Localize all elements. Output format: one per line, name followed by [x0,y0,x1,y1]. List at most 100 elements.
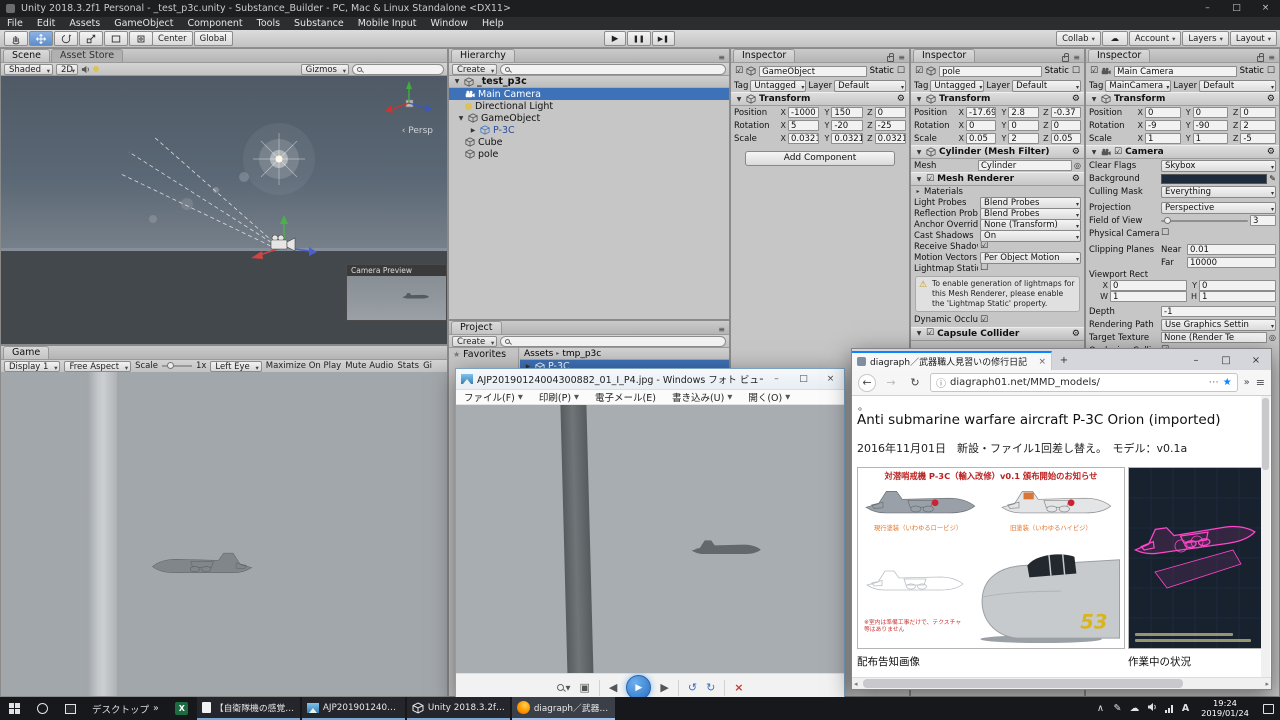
gizmos-toggle[interactable]: Gi [423,361,432,371]
move-tool-button[interactable] [29,31,53,46]
layer-dropdown[interactable]: Default [1012,80,1081,92]
target-texture-field[interactable]: None (Render Te [1161,332,1267,343]
add-component-button[interactable]: Add Component [745,151,895,166]
taskbar-button-firefox[interactable]: diagraph／武器職... [512,697,615,720]
layer-dropdown[interactable]: Default [1199,80,1276,92]
capsule-collider-header[interactable]: ▼☑Capsule Collider⚙ [911,327,1084,341]
rotation-z-field[interactable]: 0 [1051,120,1081,131]
cloud-button[interactable]: ☁ [1102,31,1128,46]
action-center-button[interactable] [1256,704,1280,714]
scene-audio-icon[interactable] [81,65,90,74]
tab-inspector[interactable]: Inspector [733,49,795,62]
position-x-field[interactable]: 0 [1145,107,1181,118]
collab-button[interactable]: Collab▾ [1056,31,1101,46]
scale-y-field[interactable]: 1 [1193,133,1229,144]
menu-file[interactable]: File [0,17,30,30]
tab-project[interactable]: Project [451,321,502,334]
left-eye-dropdown[interactable]: Left Eye [210,361,261,372]
gear-icon[interactable]: ⚙ [1267,147,1275,157]
pause-button[interactable]: ❚❚ [627,31,651,46]
clock[interactable]: 19:24 2019/01/24 [1194,699,1256,718]
active-checkbox[interactable]: ☑ [1090,67,1098,76]
panel-menu-icon[interactable]: ≡ [1268,53,1275,62]
tab-game[interactable]: Game [3,346,49,359]
receive-shadows-checkbox[interactable]: ☑ [980,242,988,251]
scene-lighting-icon[interactable] [93,66,99,72]
unity-minimize-button[interactable]: – [1193,0,1222,17]
close-button[interactable]: × [817,369,844,389]
task-view-button[interactable] [56,697,84,720]
hierarchy-search-input[interactable] [500,64,726,75]
taskbar-button-document[interactable]: 【自衛隊機の感覚飛... [197,697,300,720]
vertical-scrollbar[interactable] [1261,396,1270,677]
menu-email[interactable]: 電子メール(E) [587,390,664,404]
transform-header[interactable]: ▼Transform⚙ [911,92,1084,106]
step-button[interactable]: ▶❚ [652,31,675,46]
viewport-w-field[interactable]: 1 [1110,291,1187,302]
new-tab-button[interactable]: + [1052,351,1076,370]
menu-help[interactable]: Help [475,17,511,30]
space-global-button[interactable]: Global [194,31,233,46]
scale-y-field[interactable]: 2 [1008,133,1038,144]
layer-dropdown[interactable]: Default [834,80,906,92]
refresh-button[interactable]: ↻ [906,374,924,392]
rotation-x-field[interactable]: 5 [788,120,819,131]
start-button[interactable] [0,697,28,720]
gear-icon[interactable]: ⚙ [1072,147,1080,157]
scale-slider[interactable] [162,365,192,367]
taskbar-button-unity[interactable]: Unity 2018.3.2f1 Per... [407,697,510,720]
menu-burn[interactable]: 書き込み(U)▼ [664,390,740,404]
page-info-icon[interactable]: ⓘ [936,375,946,390]
gear-icon[interactable]: ⚙ [897,94,905,104]
scale-z-field[interactable]: 0.03219 [875,133,906,144]
position-z-field[interactable]: 0 [1240,107,1276,118]
dynamic-occluded-checkbox[interactable]: ☑ [980,316,988,325]
minimize-button[interactable]: – [763,369,790,389]
project-create-dropdown[interactable]: Create [452,336,497,347]
account-button[interactable]: Account▾ [1129,31,1182,46]
scale-x-field[interactable]: 0.05 [966,133,996,144]
camera-component-header[interactable]: ▼☑Camera⚙ [1086,145,1279,159]
tag-dropdown[interactable]: Untagged [750,80,806,92]
unity-close-button[interactable]: × [1251,0,1280,17]
minimize-button[interactable]: – [1181,351,1211,370]
overflow-chevrons-icon[interactable]: » [1244,377,1250,388]
volume-icon[interactable] [1143,702,1160,715]
fov-slider[interactable] [1161,220,1248,222]
hamburger-menu-icon[interactable]: ≡ [1256,376,1265,389]
tab-scene[interactable]: Scene [3,49,50,62]
rotation-y-field[interactable]: -90 [1193,120,1229,131]
rotation-z-field[interactable]: -25 [875,120,906,131]
next-button[interactable]: ▶ [660,681,668,694]
back-button[interactable]: ← [858,374,876,392]
menu-file[interactable]: ファイル(F)▼ [456,390,531,404]
bookmark-star-icon[interactable]: ★ [1223,377,1232,388]
layout-button[interactable]: Layout▾ [1230,31,1277,46]
anchor-override-field[interactable]: None (Transform) [980,219,1081,231]
aspect-dropdown[interactable]: Free Aspect [64,361,131,372]
page-actions-icon[interactable]: ⋯ [1209,377,1219,388]
scale-z-field[interactable]: -5 [1240,133,1276,144]
depth-field[interactable]: -1 [1161,306,1276,317]
2d-toggle[interactable]: 2D [56,64,78,75]
position-z-field[interactable]: -0.37 [1051,107,1081,118]
layers-button[interactable]: Layers▾ [1182,31,1228,46]
lock-icon[interactable] [1257,56,1264,62]
search-button[interactable] [28,697,56,720]
tag-dropdown[interactable]: MainCamera [1105,80,1171,92]
ime-indicator[interactable]: A [1177,703,1194,714]
name-field[interactable]: pole [939,66,1042,77]
background-color-swatch[interactable] [1161,174,1267,184]
rotation-z-field[interactable]: 2 [1240,120,1276,131]
gear-icon[interactable]: ⚙ [1072,94,1080,104]
position-x-field[interactable]: -1000 [788,107,819,118]
position-y-field[interactable]: 0 [1193,107,1229,118]
rotation-x-field[interactable]: 0 [966,120,996,131]
panel-menu-icon[interactable]: ≡ [898,53,905,62]
scale-x-field[interactable]: 1 [1145,133,1181,144]
transform-header[interactable]: ▼Transform⚙ [731,92,909,106]
hierarchy-item-pole[interactable]: pole [449,148,729,160]
tab-inspector[interactable]: Inspector [1088,49,1150,62]
game-viewport[interactable] [1,372,447,696]
transform-header[interactable]: ▼Transform⚙ [1086,92,1279,106]
